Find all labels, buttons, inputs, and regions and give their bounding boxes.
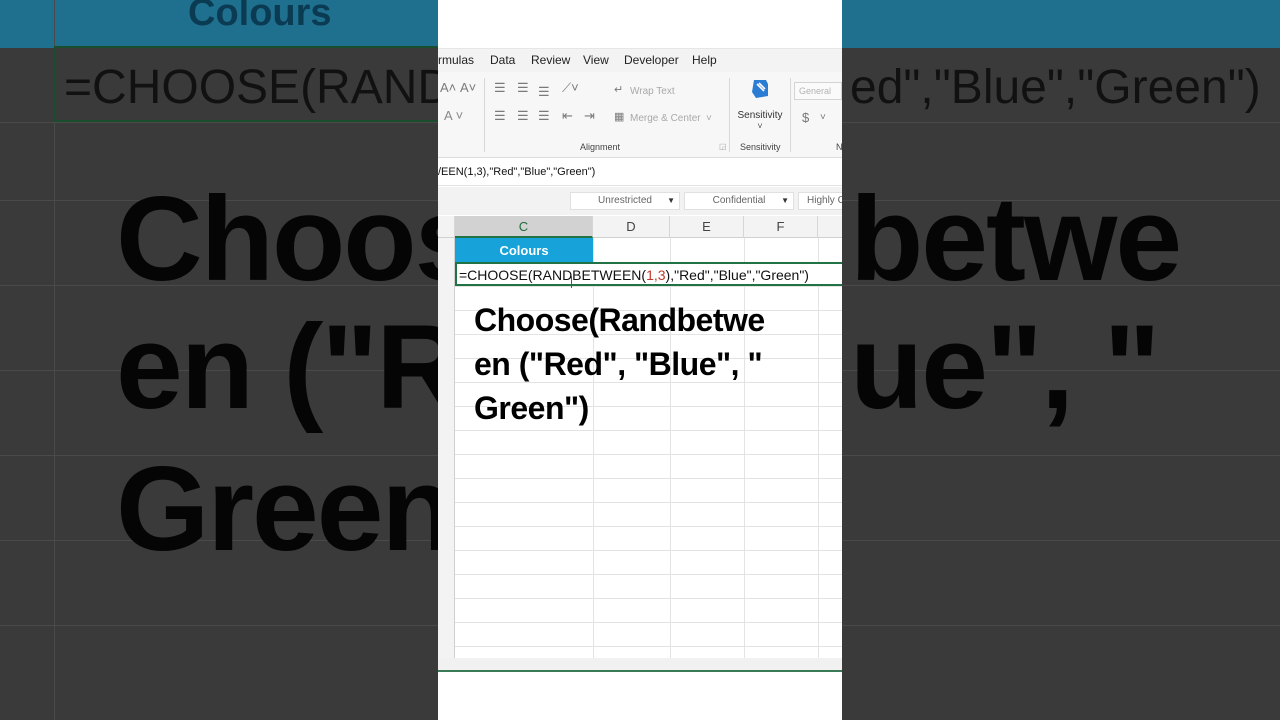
bg-header-text: Colours <box>188 0 332 34</box>
bg-big-text-1b: betwe <box>850 172 1182 306</box>
chevron-down-icon: ˅ <box>757 121 763 131</box>
sensitivity-icon <box>752 80 768 98</box>
caption-line-2: en ("Red", "Blue", " <box>474 346 763 382</box>
select-all-corner[interactable] <box>438 216 455 238</box>
bg-formula-left: =CHOOSE(RAND <box>64 61 453 114</box>
align-bottom-icon[interactable]: ☰ <box>538 84 550 100</box>
sheet-tabs-area <box>438 658 842 670</box>
bg-formula-right: ed","Blue","Green") <box>850 61 1261 114</box>
alignment-group-label: Alignment <box>580 142 621 152</box>
gridline <box>455 598 842 599</box>
column-header-f[interactable]: F <box>744 216 818 238</box>
currency-format-button[interactable]: $ <box>802 110 809 125</box>
label-confidential-text: Confidential <box>712 195 766 206</box>
align-middle-icon[interactable]: ☰ <box>517 80 529 96</box>
cell-c1-header[interactable]: Colours <box>455 238 593 262</box>
gridline <box>455 646 842 647</box>
dialog-launcher-icon[interactable]: ◲ <box>719 142 727 151</box>
formula-bar[interactable]: /EEN(1,3),"Red","Blue","Green") <box>438 160 842 186</box>
tab-view[interactable]: View <box>583 53 609 67</box>
tab-help[interactable]: Help <box>692 53 717 67</box>
ribbon: A˄ A˅ A ˅ ☰ ☰ ☰ ⟋˅ ☰ ☰ ☰ ⇤ ⇥ ↵ Wrap Text… <box>438 72 842 158</box>
align-center-icon[interactable]: ☰ <box>517 108 529 124</box>
merge-center-button[interactable]: Merge & Center <box>630 113 701 124</box>
ribbon-divider <box>484 78 485 152</box>
column-header-e[interactable]: E <box>670 216 744 238</box>
formula-suffix: ),"Red","Blue","Green") <box>665 267 809 283</box>
label-unrestricted[interactable]: Unrestricted ▼ <box>570 192 680 210</box>
increase-indent-icon[interactable]: ⇥ <box>584 108 595 124</box>
number-format-select[interactable]: General <box>794 82 842 100</box>
chevron-down-icon: ▼ <box>781 196 789 205</box>
tab-review[interactable]: Review <box>531 53 570 67</box>
align-left-icon[interactable]: ☰ <box>494 108 506 124</box>
gridline <box>455 622 842 623</box>
sensitivity-button-label: Sensitivity <box>737 110 783 121</box>
gridline <box>455 502 842 503</box>
top-blank <box>438 0 842 48</box>
sensitivity-button[interactable]: Sensitivity ˅ <box>736 76 784 132</box>
increase-font-icon[interactable]: A˄ <box>440 80 456 95</box>
sensitivity-group-label: Sensitivity <box>740 142 781 152</box>
column-header-d[interactable]: D <box>593 216 670 238</box>
gridline <box>455 286 842 287</box>
bg-big-text-2b: ue", " <box>850 300 1161 434</box>
wrap-text-button[interactable]: Wrap Text <box>630 86 675 97</box>
formula-prefix: =CHOOSE(RANDBETWEEN( <box>459 267 647 283</box>
number-group-label: N <box>836 142 842 152</box>
decrease-font-icon[interactable]: A˅ <box>460 80 476 95</box>
column-headers: C D E F <box>438 216 842 238</box>
gridline <box>455 430 842 431</box>
label-unrestricted-text: Unrestricted <box>598 195 652 206</box>
row-headers <box>438 238 455 658</box>
tab-formulas[interactable]: rmulas <box>438 53 474 67</box>
gridline <box>455 550 842 551</box>
font-color-icon[interactable]: A ˅ <box>444 108 463 123</box>
column-header-g[interactable] <box>818 216 842 238</box>
label-confidential[interactable]: Confidential ▼ <box>684 192 794 210</box>
caption-overlay: Choose(Randbetwe en ("Red", "Blue", " Gr… <box>474 298 814 430</box>
tab-data[interactable]: Data <box>490 53 515 67</box>
align-top-icon[interactable]: ☰ <box>494 80 506 96</box>
wrap-text-icon: ↵ <box>614 84 624 96</box>
formula-args: 1,3 <box>646 267 666 283</box>
formula-bar-text: /EEN(1,3),"Red","Blue","Green") <box>438 166 596 178</box>
decrease-indent-icon[interactable]: ⇤ <box>562 108 573 124</box>
gridline <box>455 478 842 479</box>
cell-c2-editing[interactable]: =CHOOSE(RANDBETWEEN(1,3),"Red","Blue","G… <box>455 262 842 286</box>
label-highly-confidential[interactable]: Highly C <box>798 192 842 210</box>
sensitivity-bar: Unrestricted ▼ Confidential ▼ Highly C <box>438 187 842 215</box>
caption-line-3: Green") <box>474 390 589 426</box>
column-header-c[interactable]: C <box>455 216 593 238</box>
text-cursor-icon <box>571 276 575 288</box>
bg-big-text-1a: Choos <box>116 172 481 306</box>
gridline <box>455 526 842 527</box>
caption-line-1: Choose(Randbetwe <box>474 302 765 338</box>
gridline <box>455 454 842 455</box>
gridline <box>818 238 819 658</box>
ribbon-divider <box>729 78 730 152</box>
orientation-icon[interactable]: ⟋˅ <box>562 80 579 96</box>
label-highly-confidential-text: Highly C <box>807 195 842 206</box>
status-divider <box>438 670 842 672</box>
tab-developer[interactable]: Developer <box>624 53 679 67</box>
cell-formula-text: =CHOOSE(RANDBETWEEN(1,3),"Red","Blue","G… <box>459 267 809 283</box>
bg-big-text-2a: en ("R <box>116 300 463 434</box>
excel-window: rmulas Data Review View Developer Help A… <box>438 0 842 720</box>
video-frame: Colours =CHOOSE(RAND ed","Blue","Green")… <box>0 0 1280 720</box>
ribbon-tabs: rmulas Data Review View Developer Help <box>438 48 842 72</box>
currency-dropdown-icon[interactable]: ˅ <box>820 112 826 123</box>
merge-icon: ▦ <box>614 111 625 123</box>
merge-dropdown-icon[interactable]: ˅ <box>706 113 712 124</box>
align-right-icon[interactable]: ☰ <box>538 108 550 124</box>
gridline <box>455 574 842 575</box>
ribbon-divider <box>790 78 791 152</box>
chevron-down-icon: ▼ <box>667 196 675 205</box>
